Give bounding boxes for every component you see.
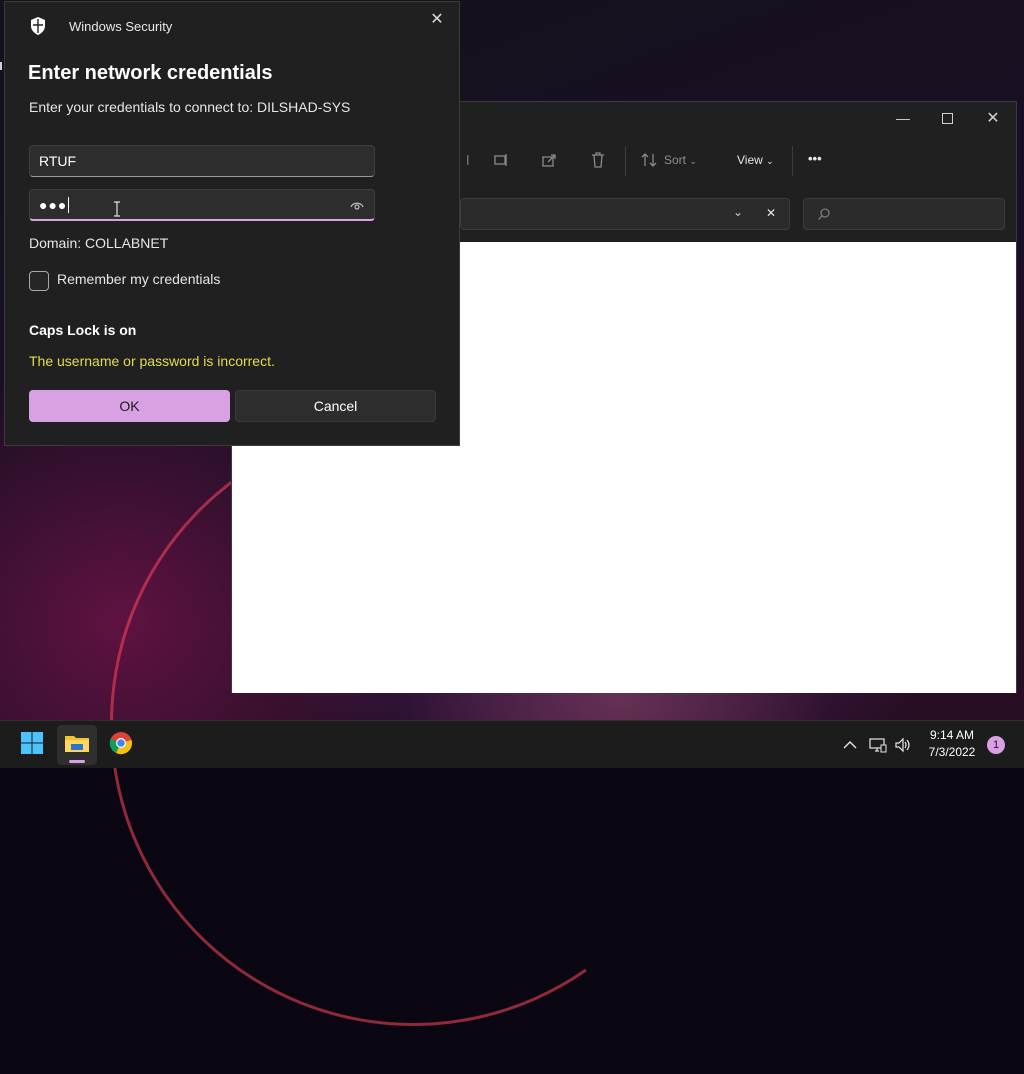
network-icon[interactable]	[868, 735, 888, 755]
cancel-button[interactable]: Cancel	[235, 390, 436, 422]
sort-label: Sort	[664, 153, 687, 167]
windows-logo-icon	[20, 731, 44, 760]
maximize-icon	[941, 112, 953, 124]
cancel-label: Cancel	[313, 398, 358, 414]
share-icon[interactable]	[540, 150, 560, 170]
clock-time: 9:14 AM	[929, 728, 975, 742]
sort-icon[interactable]	[639, 150, 659, 170]
view-button[interactable]: View ⌄	[737, 153, 774, 167]
maximize-button[interactable]	[924, 102, 970, 134]
view-label: View	[737, 153, 763, 167]
show-hidden-icons-chevron-up-icon[interactable]	[840, 735, 860, 755]
close-icon: ✕	[430, 11, 444, 28]
delete-icon[interactable]	[588, 150, 608, 170]
windows-security-dialog[interactable]: Windows Security ✕ Enter network credent…	[4, 1, 460, 446]
dialog-app-name: Windows Security	[69, 19, 173, 34]
more-options-button[interactable]: •••	[808, 151, 822, 166]
username-value: RTUF	[39, 153, 77, 169]
password-mask: ●●●	[39, 196, 68, 213]
chevron-down-icon[interactable]: ⌄	[733, 205, 743, 219]
taskbar-file-explorer[interactable]	[57, 725, 97, 765]
taskbar-clock[interactable]: 9:14 AM 7/3/2022	[912, 727, 992, 761]
minimize-button[interactable]: —	[880, 102, 926, 134]
address-bar[interactable]: ⌄ ✕	[460, 198, 790, 230]
dialog-close-button[interactable]: ✕	[425, 8, 449, 30]
active-app-indicator	[69, 760, 85, 763]
domain-label: Domain: COLLABNET	[29, 235, 169, 251]
clock-date: 7/3/2022	[928, 745, 976, 759]
remember-credentials-checkbox[interactable]	[29, 271, 49, 291]
folder-icon	[64, 732, 90, 759]
remember-credentials-label[interactable]: Remember my credentials	[57, 271, 220, 287]
clear-icon[interactable]: ✕	[766, 206, 776, 220]
ok-label: OK	[119, 398, 140, 414]
rename-icon[interactable]	[492, 150, 512, 170]
chevron-down-icon: ⌄	[766, 156, 774, 166]
minimize-icon: —	[896, 110, 910, 126]
sort-button[interactable]: Sort ⌄	[664, 153, 697, 167]
volume-icon[interactable]	[893, 735, 913, 755]
toolbar-separator	[792, 146, 793, 176]
text-cursor-icon	[113, 201, 121, 217]
close-icon: ✕	[986, 110, 1000, 127]
username-field[interactable]: RTUF	[29, 145, 375, 177]
error-message: The username or password is incorrect.	[29, 353, 275, 369]
start-button[interactable]	[12, 725, 52, 765]
chrome-icon	[109, 731, 133, 760]
partial-toolbar-icon[interactable]	[458, 150, 478, 170]
toolbar-separator	[625, 146, 626, 176]
password-field[interactable]: ●●●	[29, 189, 375, 221]
chevron-down-icon: ⌄	[689, 156, 697, 166]
taskbar-chrome[interactable]	[101, 725, 141, 765]
edge-marker	[0, 62, 2, 70]
search-box[interactable]	[803, 198, 1005, 230]
text-caret	[68, 196, 70, 213]
search-icon	[817, 207, 831, 226]
caps-lock-warning: Caps Lock is on	[29, 322, 137, 338]
close-button[interactable]: ✕	[970, 102, 1016, 134]
dialog-title: Enter network credentials	[28, 62, 273, 84]
taskbar: 9:14 AM 7/3/2022 1	[0, 720, 1024, 768]
notification-badge[interactable]: 1	[987, 736, 1005, 754]
dialog-subtitle: Enter your credentials to connect to: DI…	[29, 99, 351, 115]
ok-button[interactable]: OK	[29, 390, 230, 422]
shield-icon	[29, 16, 47, 36]
reveal-password-icon[interactable]	[350, 199, 364, 211]
